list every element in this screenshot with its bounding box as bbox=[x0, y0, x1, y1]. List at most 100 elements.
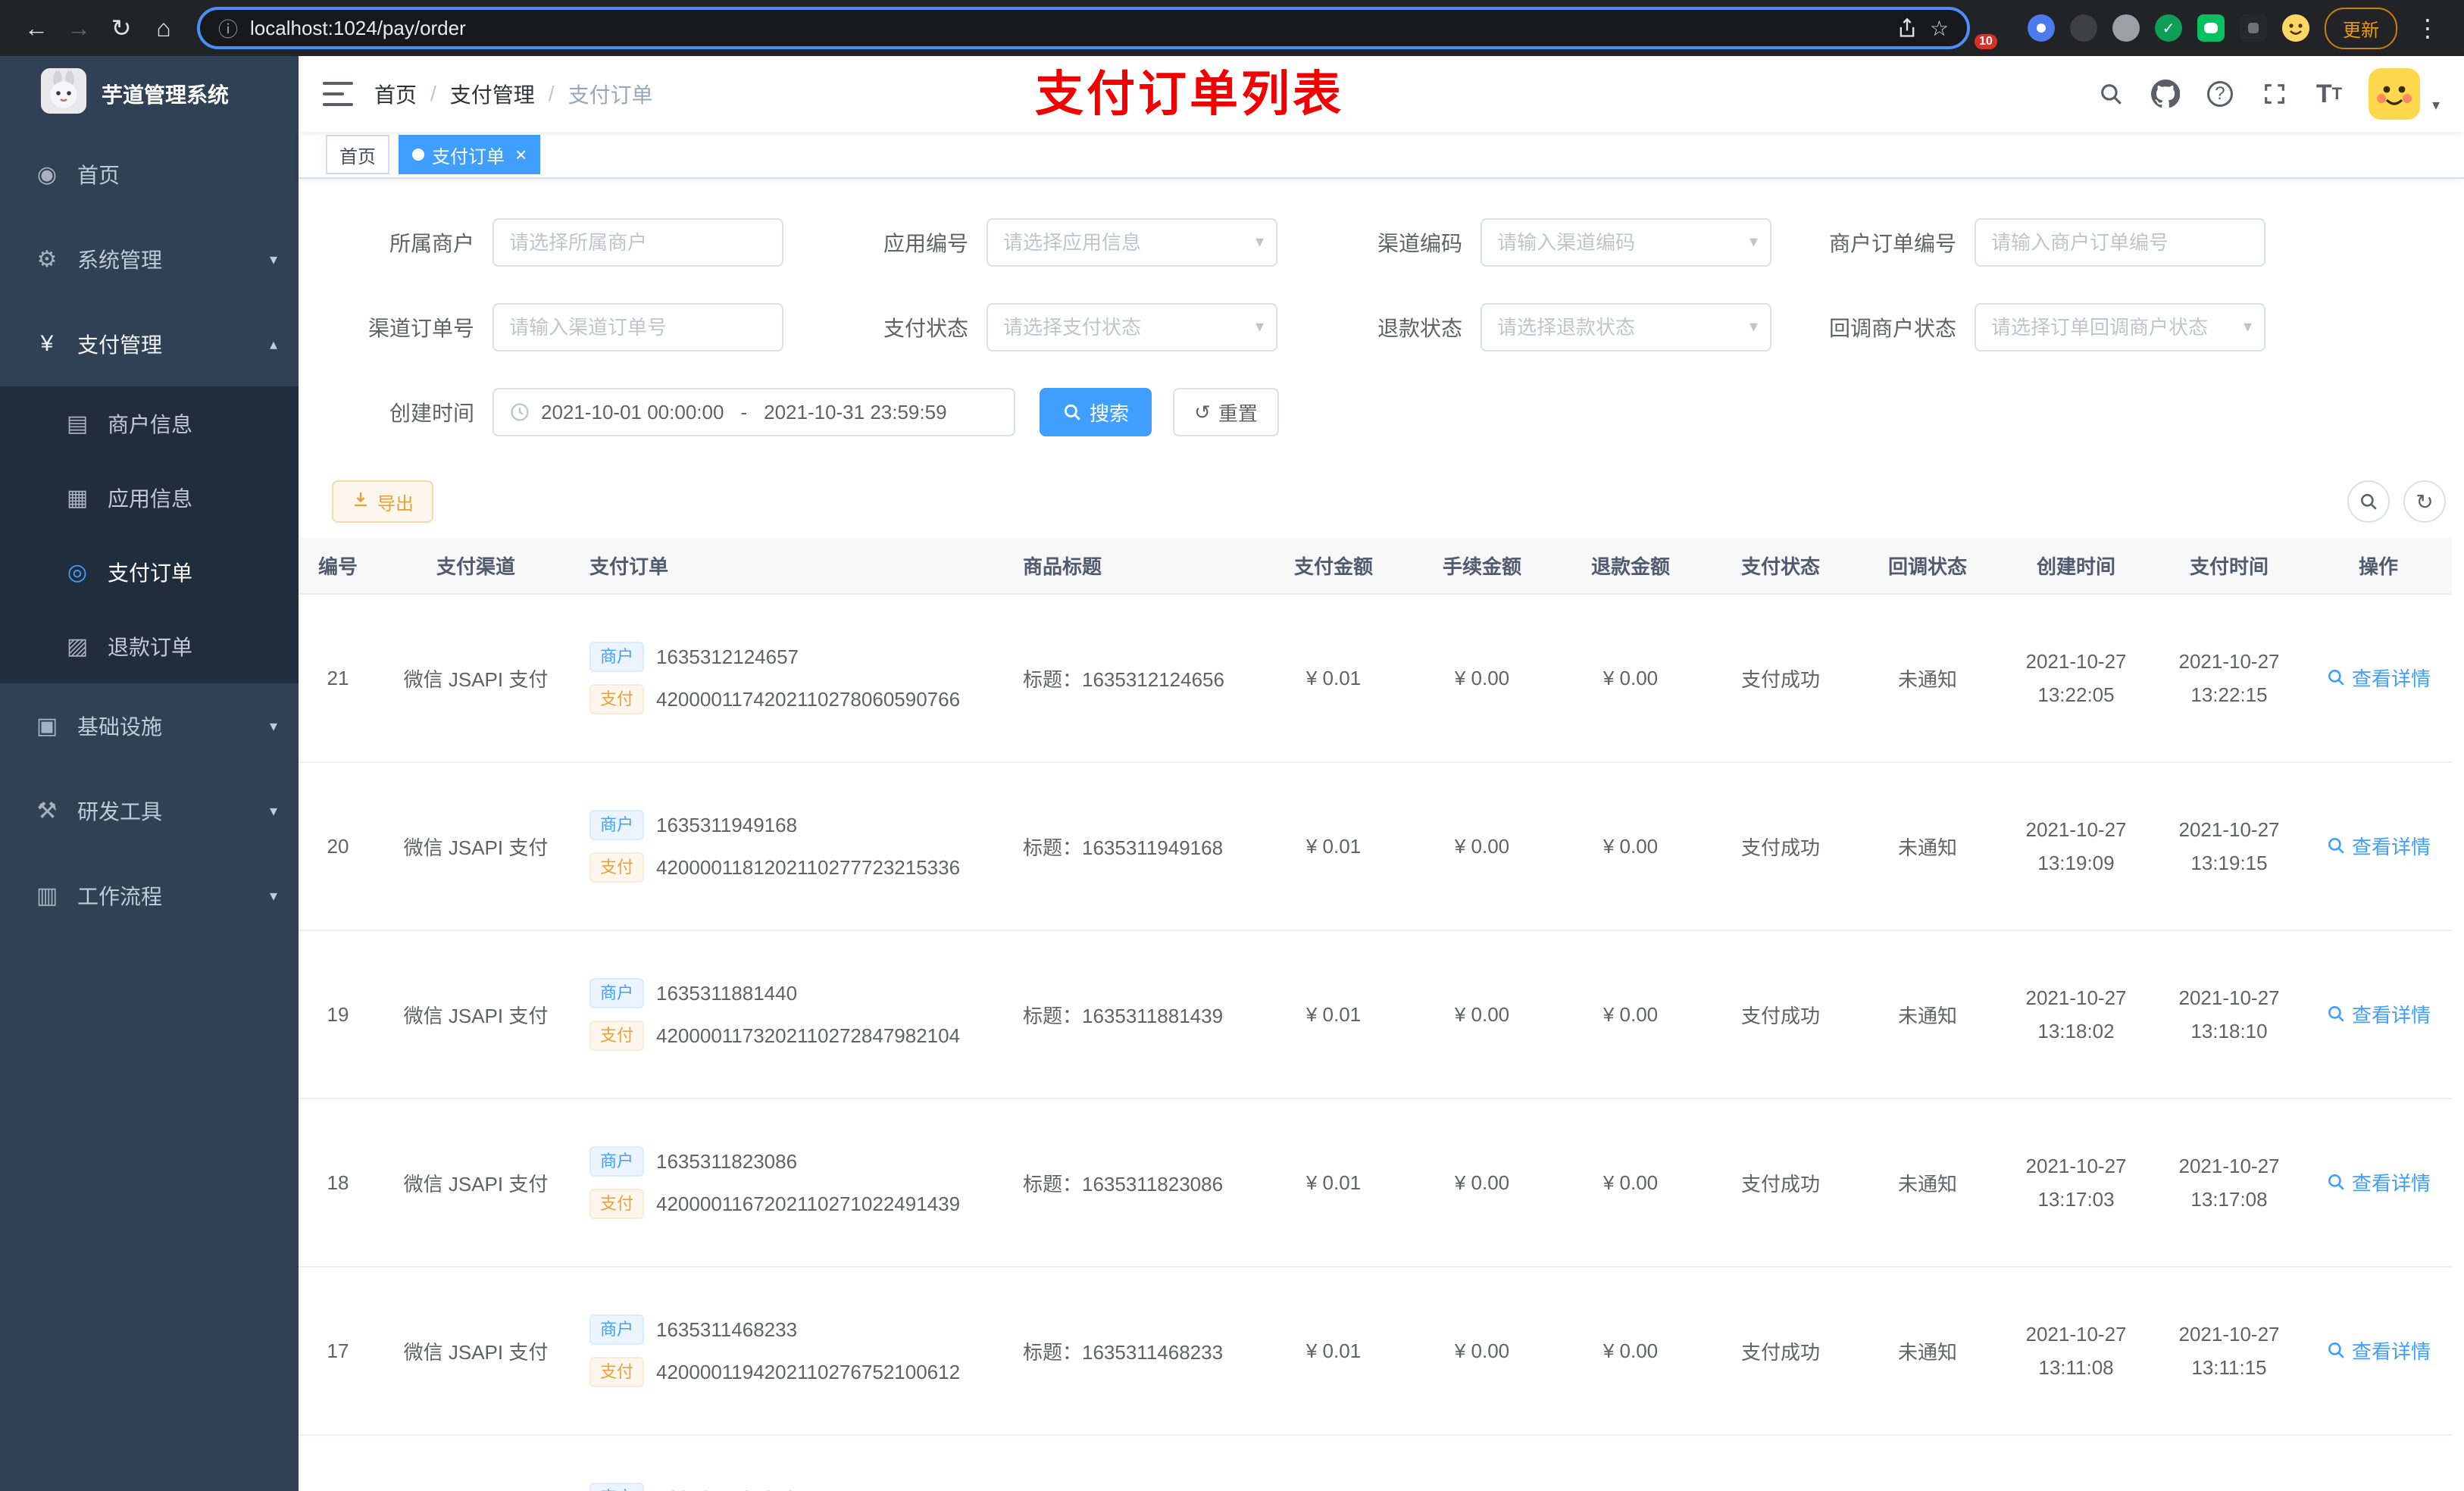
extension-chat-icon[interactable] bbox=[2197, 14, 2225, 42]
extension-face-icon[interactable] bbox=[2282, 14, 2309, 42]
cell-channel: 微信 JSAPI 支付 bbox=[377, 594, 574, 763]
view-detail-link[interactable]: 查看详情 bbox=[2326, 1336, 2431, 1364]
active-dot bbox=[412, 148, 424, 161]
cell-created: 2021-10-27 13:19:09 bbox=[1999, 762, 2153, 931]
avatar[interactable] bbox=[2368, 68, 2420, 120]
cell-amount: ¥ 0.01 bbox=[1259, 594, 1408, 763]
browser-update-button[interactable]: 更新 bbox=[2325, 7, 2397, 49]
logo-row: 芋道管理系统 bbox=[0, 56, 299, 132]
extension-dark-icon[interactable] bbox=[2070, 14, 2097, 42]
site-info-icon[interactable]: ⓘ bbox=[218, 14, 238, 42]
export-button[interactable]: 导出 bbox=[332, 480, 433, 523]
cell-fee bbox=[1408, 1435, 1556, 1491]
filter-input-0-0[interactable] bbox=[492, 218, 783, 267]
address-bar[interactable]: ⓘ localhost:1024/pay/order ☆ bbox=[197, 7, 1970, 49]
cell-pay-order: 商户1635311164216支付 bbox=[574, 1435, 1008, 1491]
extension-puzzle-icon[interactable] bbox=[2240, 14, 2267, 42]
sidebar-item-payment[interactable]: ¥ 支付管理 ▴ bbox=[0, 302, 299, 386]
cell-status: 支付成功 bbox=[1705, 594, 1856, 763]
date-line: 2021-10-27 bbox=[2025, 650, 2127, 673]
sidebar-item-workflow[interactable]: ▥ 工作流程 ▾ bbox=[0, 853, 299, 938]
browser-menu-icon[interactable]: ⋮ bbox=[2406, 7, 2449, 49]
cell-status: 支付成功 bbox=[1705, 930, 1856, 1099]
help-icon[interactable]: ? bbox=[2205, 79, 2235, 109]
time-line: 13:22:05 bbox=[2037, 683, 2115, 706]
font-size-icon[interactable]: TT bbox=[2314, 79, 2344, 109]
filter-item-date: 创建时间 2021-10-01 00:00:00 - 2021-10-31 23… bbox=[311, 388, 1015, 436]
download-icon bbox=[352, 490, 370, 514]
fullscreen-icon[interactable] bbox=[2259, 79, 2290, 109]
pay-order-line: 支付 4200001173202110272847982104 bbox=[589, 1021, 999, 1051]
chevron-down-icon: ▾ bbox=[269, 717, 277, 735]
filter-select-0-2[interactable] bbox=[1481, 218, 1771, 267]
tab-pay-order[interactable]: 支付订单 × bbox=[399, 135, 541, 174]
reset-button[interactable]: ↺ 重置 bbox=[1173, 388, 1279, 436]
doc-icon: ▨ bbox=[66, 633, 89, 659]
close-icon[interactable]: × bbox=[515, 145, 527, 164]
extension-gray-icon[interactable] bbox=[2112, 14, 2140, 42]
view-detail-link[interactable]: 查看详情 bbox=[2326, 1000, 2431, 1028]
sidebar-item-system[interactable]: ⚙ 系统管理 ▾ bbox=[0, 217, 299, 302]
extension-grid-icon[interactable]: 10 bbox=[1975, 14, 2012, 49]
sidebar-item-home[interactable]: ◉ 首页 bbox=[0, 132, 299, 217]
sidebar-item-merchant-info[interactable]: ▤ 商户信息 bbox=[0, 386, 299, 461]
pay-order-line: 商户 1635312124657 bbox=[589, 642, 999, 672]
sidebar-toggle-icon[interactable] bbox=[323, 82, 353, 106]
cell-amount: ¥ 0.01 bbox=[1259, 762, 1408, 931]
filter-field: ▾ bbox=[1481, 218, 1771, 267]
github-icon[interactable] bbox=[2150, 79, 2181, 109]
sidebar-item-refund-order[interactable]: ▨ 退款订单 bbox=[0, 609, 299, 683]
gear-icon: ⚙ bbox=[36, 246, 58, 272]
forward-icon[interactable]: → bbox=[58, 7, 100, 49]
column-header: 创建时间 bbox=[1999, 538, 2153, 595]
refresh-button[interactable]: ↻ bbox=[2403, 480, 2446, 523]
cell-title: 标题：1635312124656 bbox=[1008, 594, 1259, 763]
extensions-area: 10 ✓ bbox=[1975, 14, 2309, 49]
bookmark-star-icon[interactable]: ☆ bbox=[1930, 16, 1949, 41]
filter-select-0-1[interactable] bbox=[987, 218, 1277, 267]
time-line: 13:11:15 bbox=[2191, 1356, 2267, 1379]
cell-notify bbox=[1856, 1435, 1999, 1491]
filter-input-0-3[interactable] bbox=[1975, 218, 2265, 267]
extension-check-icon[interactable]: ✓ bbox=[2155, 14, 2182, 42]
cell-action: 查看详情 bbox=[2305, 1099, 2452, 1268]
filter-select-1-3[interactable] bbox=[1975, 303, 2265, 352]
filter-input-1-0[interactable] bbox=[492, 303, 783, 352]
time-line: 13:17:08 bbox=[2190, 1188, 2268, 1211]
home-icon[interactable]: ⌂ bbox=[142, 7, 185, 49]
app-header: 首页 / 支付管理 / 支付订单 支付订单列表 ? T T ▾ bbox=[299, 56, 2464, 132]
date-line: 2021-10-27 bbox=[2178, 1323, 2280, 1346]
view-detail-link[interactable]: 查看详情 bbox=[2326, 1168, 2431, 1196]
share-icon[interactable] bbox=[1896, 17, 1918, 39]
extension-badge: 10 bbox=[1975, 34, 1997, 49]
date-range-input[interactable]: 2021-10-01 00:00:00 - 2021-10-31 23:59:5… bbox=[492, 388, 1015, 436]
filter-select-1-2[interactable] bbox=[1481, 303, 1771, 352]
tab-label: 首页 bbox=[339, 146, 376, 167]
sidebar-item-app-info[interactable]: ▦ 应用信息 bbox=[0, 461, 299, 535]
sidebar-item-infrastructure[interactable]: ▣ 基础设施 ▾ bbox=[0, 683, 299, 768]
extension-pin-icon[interactable] bbox=[2028, 14, 2055, 42]
filter-item: 回调商户状态 ▾ bbox=[1793, 303, 2287, 352]
search-icon[interactable] bbox=[2096, 79, 2126, 109]
order-number: 4200001173202110272847982104 bbox=[656, 1024, 961, 1047]
view-detail-link[interactable]: 查看详情 bbox=[2326, 832, 2431, 860]
tab-home[interactable]: 首页 bbox=[326, 135, 389, 174]
filter-row: 渠道订单号 支付状态 ▾ 退款状态 ▾ 回调商户状态 ▾ bbox=[311, 303, 2464, 352]
column-header: 编号 bbox=[299, 538, 377, 595]
search-toggle-button[interactable] bbox=[2347, 480, 2390, 523]
reload-icon[interactable]: ↻ bbox=[100, 7, 142, 49]
time-line: 13:11:08 bbox=[2038, 1356, 2114, 1379]
filter-field bbox=[492, 303, 783, 352]
back-icon[interactable]: ← bbox=[15, 7, 58, 49]
chevron-down-icon[interactable]: ▾ bbox=[2432, 95, 2440, 114]
sidebar-item-dev-tools[interactable]: ⚒ 研发工具 ▾ bbox=[0, 768, 299, 853]
view-detail-link[interactable]: 查看详情 bbox=[2326, 664, 2431, 692]
tool-icon: ⚒ bbox=[36, 798, 58, 824]
time-line: 13:19:09 bbox=[2037, 852, 2115, 874]
breadcrumb-home[interactable]: 首页 bbox=[374, 79, 417, 109]
filter-select-1-1[interactable] bbox=[987, 303, 1277, 352]
sidebar-item-pay-order[interactable]: ◎ 支付订单 bbox=[0, 535, 299, 609]
search-button[interactable]: 搜索 bbox=[1040, 388, 1152, 436]
cell-amount: ¥ 0.01 bbox=[1259, 1099, 1408, 1268]
sidebar-submenu: ▤ 商户信息 ▦ 应用信息 ◎ 支付订单 ▨ 退款订单 bbox=[0, 386, 299, 683]
